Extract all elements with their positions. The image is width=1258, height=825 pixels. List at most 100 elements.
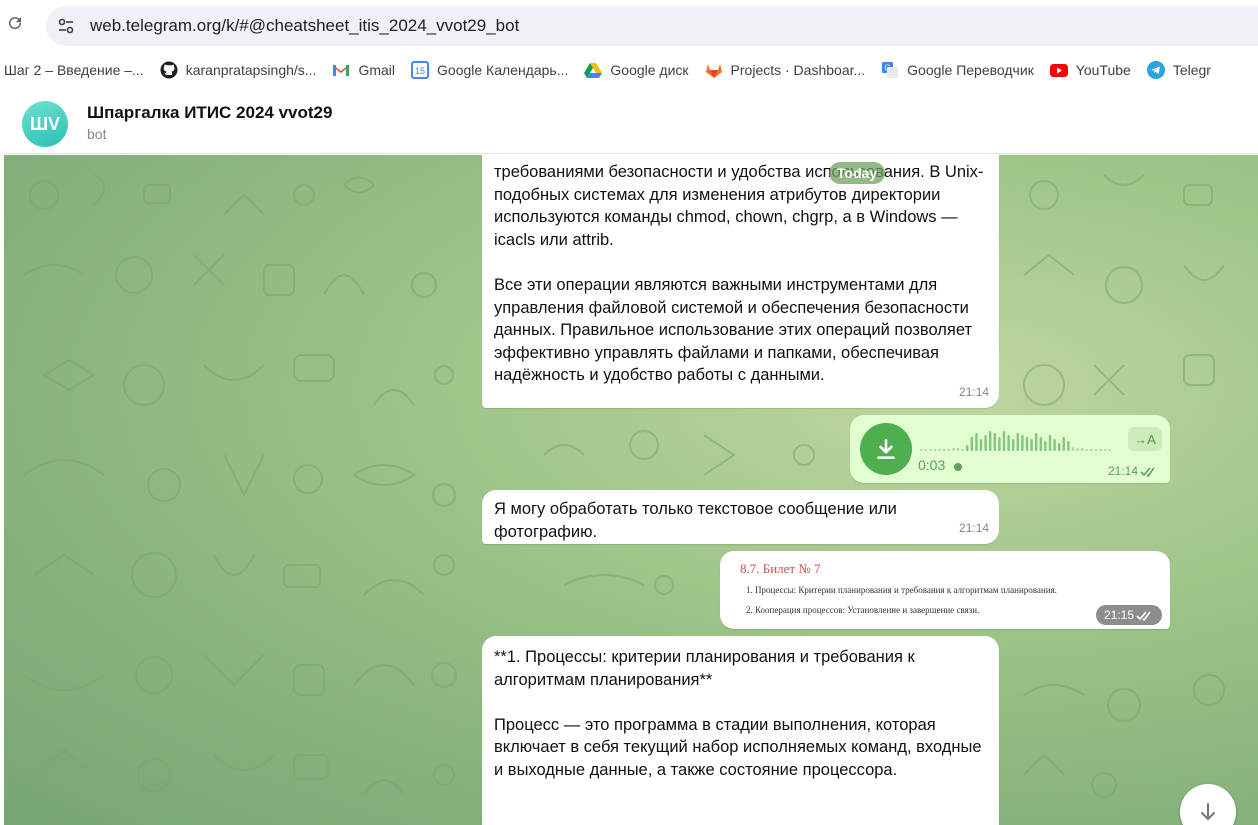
gmail-icon bbox=[332, 61, 350, 79]
waveform-bar bbox=[1002, 431, 1006, 451]
bookmark-label: Google диск bbox=[610, 62, 689, 78]
waveform-bar bbox=[1085, 449, 1088, 451]
bookmark-item[interactable]: Google диск bbox=[578, 56, 698, 84]
message-bubble[interactable]: **1. Процессы: критерии планирования и т… bbox=[482, 636, 999, 825]
waveform-bar bbox=[929, 449, 932, 451]
url-text[interactable]: web.telegram.org/k/#@cheatsheet_itis_202… bbox=[90, 16, 519, 36]
message-text: **1. Процессы: критерии планирования и т… bbox=[494, 648, 982, 779]
waveform-bar bbox=[933, 449, 937, 451]
waveform-bar bbox=[1104, 449, 1107, 451]
message-text: Я могу обработать только текстовое сообщ… bbox=[494, 500, 897, 541]
waveform-bar bbox=[1012, 439, 1015, 451]
waveform-bar bbox=[1076, 448, 1079, 451]
waveform-bar bbox=[984, 435, 987, 451]
bookmark-item[interactable]: karanpratapsingh/s... bbox=[154, 56, 327, 84]
message-time-with-read-check: 21:14 bbox=[1108, 464, 1158, 478]
waveform-bar bbox=[1044, 441, 1047, 451]
bookmark-item[interactable]: Шаг 2 – Введение –... bbox=[0, 56, 154, 84]
chat-title[interactable]: Шпаргалка ИТИС 2024 vvot29 bbox=[87, 103, 332, 123]
waveform-bar bbox=[979, 439, 983, 451]
double-check-icon bbox=[1136, 611, 1151, 622]
transcribe-button[interactable]: →A bbox=[1128, 427, 1162, 451]
gitlab-icon bbox=[705, 61, 723, 79]
arrow-down-icon bbox=[1201, 803, 1215, 820]
waveform-bar bbox=[1007, 435, 1010, 451]
bookmark-label: Telegr bbox=[1172, 62, 1211, 78]
waveform-bar bbox=[1021, 435, 1024, 451]
browser-toolbar: web.telegram.org/k/#@cheatsheet_itis_202… bbox=[0, 0, 1258, 52]
waveform-bar bbox=[1048, 435, 1052, 451]
photo-message[interactable]: 8.7. Билет № 7 1. Процессы: Критерии пла… bbox=[720, 551, 1170, 629]
bookmark-item[interactable]: 15 Google Календарь... bbox=[405, 56, 578, 84]
bookmark-label: Projects · Dashboar... bbox=[730, 62, 866, 78]
waveform-bar bbox=[1094, 449, 1098, 451]
waveform-bar bbox=[970, 437, 973, 451]
waveform-bar bbox=[1058, 443, 1061, 451]
waveform-bar bbox=[966, 445, 969, 451]
waveform-bar bbox=[1039, 437, 1042, 451]
telegram-icon bbox=[1146, 61, 1165, 79]
waveform-bar bbox=[1090, 449, 1093, 451]
waveform-bar bbox=[1099, 449, 1102, 451]
translate-icon: G bbox=[881, 61, 899, 79]
waveform-bar bbox=[961, 449, 964, 451]
waveform-bar bbox=[1035, 433, 1038, 451]
drive-icon bbox=[584, 61, 603, 79]
date-pill: Today bbox=[829, 162, 886, 184]
waveform-bar bbox=[920, 449, 923, 451]
voice-message[interactable]: 0:03 →A 21:14 bbox=[850, 415, 1170, 483]
bookmark-item[interactable]: YouTube bbox=[1044, 56, 1141, 84]
bookmarks-bar: Шаг 2 – Введение –... karanpratapsingh/s… bbox=[0, 52, 1258, 88]
waveform-bar bbox=[1030, 439, 1033, 451]
bookmark-label: Шаг 2 – Введение –... bbox=[4, 62, 144, 78]
double-check-icon bbox=[1140, 467, 1155, 478]
waveform-bar bbox=[938, 449, 941, 451]
chat-area[interactable]: требованиями безопасности и удобства исп… bbox=[4, 155, 1258, 825]
bookmark-label: Google Переводчик bbox=[907, 62, 1034, 78]
avatar[interactable]: ШV bbox=[22, 101, 68, 147]
waveform-bar bbox=[956, 448, 960, 451]
download-button[interactable] bbox=[860, 423, 912, 475]
waveform-bar bbox=[952, 448, 955, 451]
waveform-bar bbox=[993, 433, 996, 451]
address-bar[interactable]: web.telegram.org/k/#@cheatsheet_itis_202… bbox=[46, 6, 1258, 46]
waveform-bar bbox=[1053, 439, 1056, 451]
message-text: требованиями безопасности и удобства исп… bbox=[494, 163, 984, 385]
message-time: 21:14 bbox=[958, 521, 989, 536]
chat-header[interactable]: ШV Шпаргалка ИТИС 2024 vvot29 bot bbox=[4, 92, 1258, 154]
message-bubble[interactable]: требованиями безопасности и удобства исп… bbox=[482, 155, 999, 408]
bookmark-item[interactable]: Gmail bbox=[326, 56, 405, 84]
message-time: 21:15 bbox=[1103, 608, 1134, 622]
waveform-bar bbox=[998, 437, 1001, 451]
svg-text:G: G bbox=[885, 64, 891, 73]
waveform-bar bbox=[924, 449, 927, 451]
waveform-bar bbox=[1016, 433, 1019, 451]
waveform-bar bbox=[1062, 437, 1065, 451]
waveform-bar bbox=[1025, 437, 1029, 451]
photo-line: 1. Процессы: Критерии планирования и тре… bbox=[746, 585, 1057, 595]
photo-line: 2. Кооперация процессов: Установление и … bbox=[746, 605, 980, 615]
waveform-bar bbox=[943, 449, 946, 451]
message-time: 21:14 bbox=[958, 385, 989, 400]
bookmark-label: Google Календарь... bbox=[437, 62, 569, 78]
site-settings-icon[interactable] bbox=[56, 16, 76, 36]
waveform-bar bbox=[947, 449, 950, 451]
bookmark-item[interactable]: Telegr bbox=[1141, 56, 1221, 84]
reload-icon[interactable] bbox=[6, 14, 24, 32]
bookmark-item[interactable]: G Google Переводчик bbox=[875, 56, 1044, 84]
waveform-bar bbox=[1081, 448, 1084, 451]
bookmark-label: Gmail bbox=[358, 62, 396, 78]
bookmark-label: YouTube bbox=[1075, 62, 1131, 78]
message-time-with-read-check: 21:15 bbox=[1095, 605, 1162, 625]
chat-subtitle: bot bbox=[87, 126, 107, 142]
photo-title: 8.7. Билет № 7 bbox=[740, 561, 821, 576]
waveform-bar bbox=[1108, 449, 1111, 451]
voice-waveform[interactable] bbox=[920, 429, 1120, 453]
waveform-bar bbox=[1067, 441, 1070, 451]
waveform-bar bbox=[989, 431, 992, 451]
message-bubble[interactable]: Я могу обработать только текстовое сообщ… bbox=[482, 490, 999, 544]
bookmark-item[interactable]: Projects · Dashboar... bbox=[699, 56, 876, 84]
bookmark-label: karanpratapsingh/s... bbox=[185, 62, 317, 78]
github-icon bbox=[160, 61, 178, 79]
waveform-bar bbox=[1071, 447, 1075, 451]
